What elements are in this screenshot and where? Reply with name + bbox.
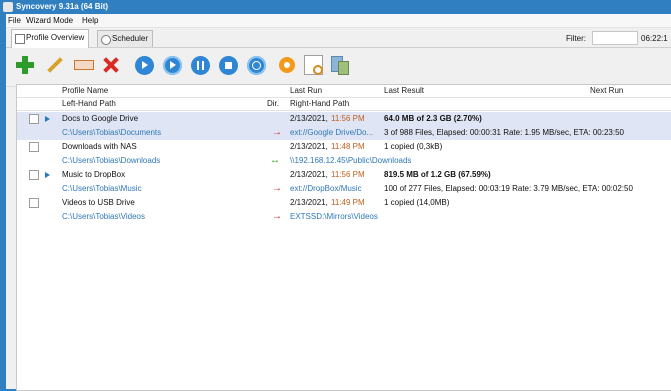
tab-row: Profile Overview Scheduler Filter: 06:22… (6, 27, 671, 48)
dir-header[interactable]: Dir. (267, 98, 279, 110)
database-button[interactable] (328, 54, 350, 76)
edit-profile-button[interactable] (44, 54, 66, 76)
last-result: 64.0 MB of 2.3 GB (2.70%) (384, 114, 482, 123)
direction-icon: → (272, 183, 282, 194)
rename-profile-button[interactable] (73, 54, 95, 76)
profile-row-paths[interactable]: C:\Users\Tobias\Downloads ↔ \\192.168.12… (17, 154, 671, 168)
grid-subheader: Left-Hand Path Dir. Right-Hand Path (17, 98, 671, 111)
pause-button[interactable] (189, 54, 211, 76)
plus-icon (15, 55, 35, 75)
right-path: ext://Google Drive/Do... (290, 128, 374, 137)
window-title: Syncovery 9.31a (64 Bit) (16, 2, 109, 11)
right-path-header[interactable]: Right-Hand Path (290, 98, 349, 110)
tab-profile-overview-label: Profile Overview (26, 33, 85, 42)
last-result-header[interactable]: Last Result (384, 85, 424, 97)
play-icon (134, 55, 154, 75)
profile-row-name[interactable]: Docs to Google Drive 2/13/2021, 11:56 PM… (17, 112, 671, 126)
profile-name-header[interactable]: Profile Name (62, 85, 108, 97)
new-profile-button[interactable] (14, 54, 36, 76)
tab-scheduler-label: Scheduler (112, 34, 149, 43)
last-run-date: 2/13/2021, (290, 142, 328, 151)
pause-icon (190, 55, 210, 75)
profile-row-paths[interactable]: C:\Users\Tobias\Music → ext://DropBox/Mu… (17, 182, 671, 196)
direction-icon: → (272, 211, 282, 222)
last-run-date: 2/13/2021, (290, 170, 328, 179)
progress-details: 3 of 988 Files, Elapsed: 00:00:31 Rate: … (384, 128, 624, 137)
profile-name: Videos to USB Drive (62, 198, 135, 207)
menu-file[interactable]: File (6, 15, 23, 26)
right-path: EXTSSD:\Mirrors\Videos (290, 212, 378, 221)
menu-bar: File Wizard Mode Help (6, 14, 671, 28)
next-run-header[interactable]: Next Run (590, 85, 623, 97)
database-icon (330, 56, 349, 75)
pencil-icon (47, 57, 63, 73)
left-path: C:\Users\Tobias\Music (62, 184, 142, 193)
checkbox[interactable] (29, 198, 39, 208)
progress-details: 100 of 277 Files, Elapsed: 00:03:19 Rate… (384, 184, 633, 193)
title-bar: Syncovery 9.31a (64 Bit) (0, 0, 671, 14)
running-indicator-icon (45, 116, 50, 122)
last-result: 1 copied (14,0MB) (384, 198, 450, 207)
checkbox[interactable] (29, 170, 39, 180)
search-logs-button[interactable] (302, 54, 324, 76)
app-icon (3, 2, 13, 12)
stop-icon (218, 55, 238, 75)
tab-profile-overview[interactable]: Profile Overview (11, 29, 90, 48)
profile-name: Downloads with NAS (62, 142, 137, 151)
running-indicator-icon (45, 172, 50, 178)
last-run-date: 2/13/2021, (290, 198, 328, 207)
right-path: ext://DropBox/Music (290, 184, 362, 193)
profile-row-name[interactable]: Music to DropBox 2/13/2021, 11:56 PM 819… (17, 168, 671, 182)
direction-icon: → (272, 127, 282, 138)
profile-row-name[interactable]: Videos to USB Drive 2/13/2021, 11:49 PM … (17, 196, 671, 210)
stop-button[interactable] (217, 54, 239, 76)
search-doc-icon (303, 55, 323, 75)
direction-icon: ↔ (270, 155, 280, 166)
left-path-header[interactable]: Left-Hand Path (62, 98, 116, 110)
gear-icon (278, 56, 296, 74)
settings-button[interactable] (276, 54, 298, 76)
profile-row-paths[interactable]: C:\Users\Tobias\Documents → ext://Google… (17, 126, 671, 140)
profile-grid: Profile Name Last Run Last Result Next R… (16, 84, 671, 391)
profile-name: Music to DropBox (62, 170, 126, 179)
circle-icon (246, 55, 266, 75)
toolbar (6, 48, 671, 87)
last-run-time: 11:49 PM (331, 198, 365, 207)
menu-help[interactable]: Help (80, 15, 100, 26)
run-button[interactable] (133, 54, 155, 76)
checkbox[interactable] (29, 142, 39, 152)
profile-name: Docs to Google Drive (62, 114, 139, 123)
run-attended-button[interactable] (161, 54, 183, 76)
filter-label: Filter: (566, 34, 586, 43)
last-run-header[interactable]: Last Run (290, 85, 322, 97)
last-run-date: 2/13/2021, (290, 114, 328, 123)
left-path: C:\Users\Tobias\Documents (62, 128, 162, 137)
profile-row-paths[interactable]: C:\Users\Tobias\Videos → EXTSSD:\Mirrors… (17, 210, 671, 224)
window-border (0, 14, 6, 389)
left-path: C:\Users\Tobias\Videos (62, 212, 145, 221)
refresh-button[interactable] (245, 54, 267, 76)
menu-wizard-mode[interactable]: Wizard Mode (24, 15, 75, 26)
last-result: 819.5 MB of 1.2 GB (67.59%) (384, 170, 491, 179)
last-run-time: 11:48 PM (331, 142, 365, 151)
tab-scheduler[interactable]: Scheduler (97, 30, 154, 47)
last-result: 1 copied (0,3kB) (384, 142, 443, 151)
profile-icon (15, 34, 25, 44)
play-outline-icon (162, 55, 182, 75)
delete-profile-button[interactable] (100, 54, 122, 76)
grid-header: Profile Name Last Run Last Result Next R… (17, 85, 671, 98)
main-window: File Wizard Mode Help Profile Overview S… (6, 14, 671, 391)
filter-input[interactable] (592, 31, 638, 45)
last-run-time: 11:56 PM (331, 114, 365, 123)
left-path: C:\Users\Tobias\Downloads (62, 156, 161, 165)
checkbox[interactable] (29, 114, 39, 124)
scheduler-icon (101, 35, 111, 45)
last-run-time: 11:56 PM (331, 170, 365, 179)
clock: 06:22:1 (641, 34, 668, 43)
right-path: \\192.168.12.45\Public\Downloads (290, 156, 412, 165)
rename-icon (74, 60, 94, 70)
profile-row-name[interactable]: Downloads with NAS 2/13/2021, 11:48 PM 1… (17, 140, 671, 154)
delete-icon (102, 56, 120, 74)
